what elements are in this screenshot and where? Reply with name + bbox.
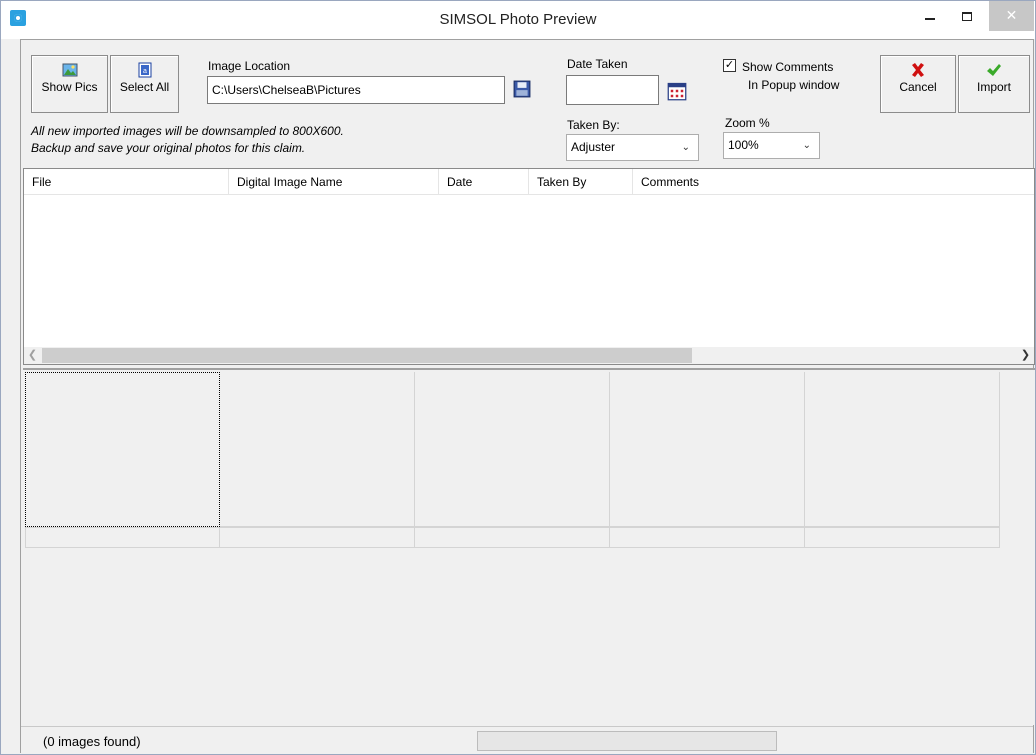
close-button[interactable]: ✕ (989, 1, 1034, 31)
column-header-file[interactable]: File (24, 169, 229, 195)
select-all-icon: a (138, 62, 151, 78)
thumbnail-caption (415, 527, 610, 548)
image-list[interactable]: File Digital Image Name Date Taken By Co… (23, 168, 1035, 365)
chevron-down-icon: ⌄ (802, 140, 811, 151)
cancel-label: Cancel (899, 80, 937, 94)
scroll-thumb[interactable] (42, 348, 692, 363)
red-x-icon (912, 63, 924, 77)
calendar-icon (667, 82, 687, 101)
thumbnail-slot[interactable] (610, 372, 805, 527)
thumbnail-caption (25, 527, 220, 548)
thumbnail-gallery[interactable] (23, 368, 1035, 725)
thumbnail-slot[interactable] (805, 372, 1000, 527)
downsample-note: All new imported images will be downsamp… (31, 124, 344, 138)
import-button[interactable]: Import (958, 55, 1030, 113)
column-header-taken-by[interactable]: Taken By (529, 169, 633, 195)
date-taken-input[interactable] (566, 75, 659, 105)
cancel-button[interactable]: Cancel (880, 55, 956, 113)
floppy-disk-icon (513, 80, 531, 98)
backup-note: Backup and save your original photos for… (31, 141, 306, 155)
image-location-label: Image Location (208, 59, 291, 73)
title-bar[interactable]: SIMSOL Photo Preview ✕ (1, 1, 1035, 39)
image-location-input[interactable]: C:\Users\ChelseaB\Pictures (207, 76, 505, 104)
scroll-left-icon[interactable]: ❮ (24, 347, 41, 364)
status-bar: (0 images found) (21, 726, 1033, 753)
column-header-digital-image-name[interactable]: Digital Image Name (229, 169, 439, 195)
select-all-button[interactable]: a Select All (110, 55, 179, 113)
checkmark-icon: ✓ (724, 59, 735, 71)
thumbnail-caption (610, 527, 805, 548)
client-area: Show Pics a Select All Image Location C:… (20, 39, 1035, 753)
green-check-icon (987, 64, 1001, 76)
zoom-select[interactable]: 100% ⌄ (723, 132, 820, 159)
save-location-button[interactable] (513, 80, 531, 98)
picture-icon (62, 63, 77, 77)
taken-by-select[interactable]: Adjuster ⌄ (566, 134, 699, 161)
window-title: SIMSOL Photo Preview (439, 11, 597, 28)
show-pics-label: Show Pics (41, 80, 98, 94)
thumbnail-caption (805, 527, 1000, 548)
images-found-status: (0 images found) (43, 734, 141, 749)
zoom-value: 100% (728, 138, 759, 152)
thumbnail-caption (220, 527, 415, 548)
taken-by-label: Taken By: (567, 118, 620, 132)
progress-bar (477, 731, 777, 751)
select-all-label: Select All (119, 80, 170, 94)
show-pics-button[interactable]: Show Pics (31, 55, 108, 113)
close-icon: ✕ (1005, 7, 1018, 23)
minimize-button[interactable] (916, 1, 944, 31)
thumbnail-slot[interactable] (415, 372, 610, 527)
date-taken-label: Date Taken (567, 57, 628, 71)
thumbnail-slot[interactable] (220, 372, 415, 527)
chevron-down-icon: ⌄ (681, 142, 690, 153)
list-header: File Digital Image Name Date Taken By Co… (24, 169, 1034, 195)
import-label: Import (976, 80, 1011, 94)
show-comments-label-line2: In Popup window (748, 78, 840, 92)
show-comments-label: Show Comments (742, 60, 834, 74)
show-comments-checkbox[interactable]: ✓ (723, 59, 736, 72)
minimize-icon (925, 18, 935, 21)
taken-by-value: Adjuster (571, 140, 616, 154)
scroll-right-icon[interactable]: ❯ (1017, 347, 1034, 364)
maximize-button[interactable] (953, 1, 981, 31)
thumbnail-slot[interactable] (25, 372, 220, 527)
svg-text:a: a (143, 68, 147, 75)
zoom-label: Zoom % (725, 116, 770, 130)
maximize-icon (962, 11, 972, 21)
photo-preview-window: SIMSOL Photo Preview ✕ Show Pics a Selec… (0, 0, 1036, 755)
calendar-button[interactable] (667, 81, 687, 101)
column-header-date[interactable]: Date (439, 169, 529, 195)
column-header-comments[interactable]: Comments (633, 169, 1034, 195)
horizontal-scrollbar[interactable]: ❮ ❯ (24, 347, 1034, 364)
